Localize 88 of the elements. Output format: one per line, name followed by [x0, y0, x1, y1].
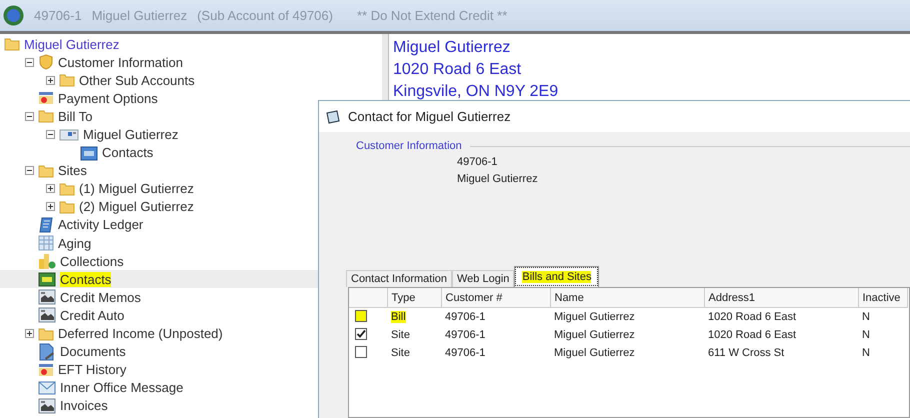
tree-item[interactable]: (2) Miguel Gutierrez — [79, 199, 194, 214]
folder-icon — [38, 326, 54, 341]
window-icon — [326, 110, 340, 124]
picture-card-icon — [38, 307, 56, 324]
checkbox[interactable] — [355, 328, 367, 340]
tree-item[interactable]: Sites — [58, 163, 87, 178]
address-line: Miguel Gutierrez — [393, 38, 512, 58]
grid-icon — [38, 235, 54, 252]
tree-item[interactable]: EFT History — [58, 362, 126, 378]
card-icon — [38, 271, 56, 288]
address-line: 1020 Road 6 East — [393, 60, 522, 80]
table-cell: Miguel Gutierrez — [554, 347, 635, 359]
document-icon — [38, 342, 56, 361]
coins-icon — [38, 252, 56, 270]
folder-icon — [38, 164, 54, 178]
tab[interactable]: Contact Information — [346, 270, 452, 287]
table-cell: N — [862, 347, 870, 359]
table-cell: N — [862, 329, 870, 341]
picture-card-icon — [38, 289, 56, 306]
address-line: Kingsvile, ON N9Y 2E9 — [393, 82, 560, 102]
expand-icon[interactable] — [46, 184, 55, 194]
expand-icon[interactable] — [25, 329, 34, 338]
tree-item[interactable]: Other Sub Accounts — [79, 72, 195, 88]
collapse-icon[interactable] — [25, 58, 34, 67]
tree-item[interactable]: Miguel Gutierrez — [83, 127, 178, 142]
expand-icon[interactable] — [46, 76, 55, 85]
tree-item[interactable]: Contacts — [60, 272, 112, 287]
collapse-icon[interactable] — [46, 130, 55, 140]
window-title: (Sub Account of 49706) — [197, 8, 333, 23]
folder-icon — [4, 37, 20, 52]
dialog-title: Contact for Miguel Gutierrez — [348, 109, 511, 124]
tab[interactable]: Web Login — [452, 270, 514, 287]
column-header[interactable]: Name — [550, 288, 704, 308]
table-cell: Bill — [391, 311, 406, 323]
folder-icon — [59, 200, 75, 214]
table-cell: 611 W Cross St — [708, 347, 784, 359]
table-cell: 1020 Road 6 East — [708, 311, 796, 323]
tree-item[interactable]: Credit Auto — [60, 308, 124, 323]
tree-item[interactable]: Activity Ledger — [58, 217, 144, 232]
expand-icon[interactable] — [46, 202, 55, 212]
tree-item[interactable]: Aging — [58, 236, 92, 251]
book-icon — [38, 216, 54, 233]
tree-item[interactable]: Documents — [60, 344, 126, 360]
window-title: 49706-1 — [34, 8, 82, 23]
tree-root[interactable]: Miguel Gutierrez — [24, 36, 120, 52]
table-cell: 49706-1 — [445, 329, 486, 341]
tree-item[interactable]: Bill To — [58, 108, 92, 124]
shield-icon — [38, 54, 54, 70]
envelope-icon — [38, 380, 56, 395]
checkbox[interactable] — [355, 346, 367, 358]
tree-item[interactable]: Deferred Income (Unposted) — [58, 326, 223, 342]
customer-info-text: Miguel Gutierrez — [457, 172, 539, 187]
tree-item[interactable]: (1) Miguel Gutierrez — [79, 181, 194, 196]
card-icon — [38, 91, 54, 106]
window-title: ** Do Not Extend Credit ** — [356, 8, 508, 23]
picture-card-icon — [38, 398, 56, 414]
table-cell: Miguel Gutierrez — [554, 311, 635, 323]
table-cell: N — [862, 311, 870, 323]
column-header[interactable]: Type — [387, 288, 441, 308]
folder-icon — [59, 182, 75, 196]
card-icon — [80, 144, 98, 161]
table-cell: 49706-1 — [445, 347, 486, 359]
column-header[interactable]: Inactive — [858, 288, 907, 308]
tree-item[interactable]: Payment Options — [58, 90, 158, 106]
tree-item[interactable]: Collections — [60, 254, 124, 269]
column-header[interactable]: Address1 — [704, 288, 858, 308]
tree-item[interactable]: Invoices — [60, 398, 108, 414]
table-cell: Site — [391, 329, 410, 341]
card-icon — [59, 128, 79, 141]
tree-item[interactable]: Inner Office Message — [60, 380, 184, 396]
collapse-icon[interactable] — [25, 166, 34, 176]
customer-info-text: 49706-1 — [457, 155, 498, 170]
folder-icon — [38, 109, 54, 124]
column-header[interactable]: Customer # — [441, 288, 550, 308]
collapse-icon[interactable] — [25, 112, 34, 121]
table-cell: 1020 Road 6 East — [708, 329, 796, 341]
tree-item[interactable]: Credit Memos — [60, 290, 141, 305]
table-cell: 49706-1 — [445, 311, 486, 323]
table-cell: Site — [391, 347, 410, 359]
folder-icon — [59, 73, 75, 88]
table-cell: Miguel Gutierrez — [554, 329, 635, 341]
card-icon — [38, 362, 54, 377]
app-logo-icon — [3, 5, 24, 26]
checkbox[interactable] — [355, 310, 367, 322]
group-label: Customer Information — [356, 140, 462, 152]
window-title: Miguel Gutierrez — [92, 8, 188, 23]
tree-item[interactable]: Contacts — [102, 145, 154, 160]
tree-item[interactable]: Customer Information — [58, 54, 183, 70]
